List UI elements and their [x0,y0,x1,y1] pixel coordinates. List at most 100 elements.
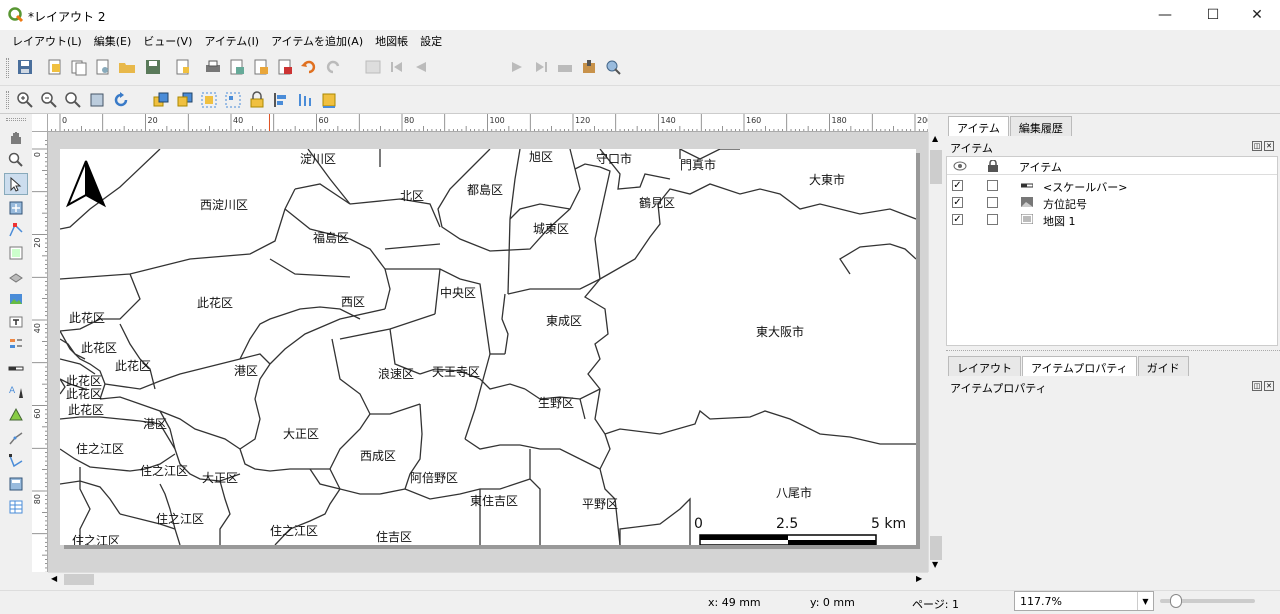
add-node-item-icon[interactable] [8,453,24,469]
refresh-icon[interactable] [112,91,130,109]
lock-checkbox[interactable] [987,214,998,225]
edit-nodes-icon[interactable] [8,222,24,238]
menu-atlas[interactable]: 地図帳 [369,30,414,50]
north-arrow[interactable] [65,160,107,208]
duplicate-layout-icon[interactable] [70,58,88,76]
add-html-icon[interactable] [8,476,24,492]
menu-settings[interactable]: 設定 [414,30,448,50]
new-page-icon[interactable] [174,58,192,76]
save-template-icon[interactable] [144,58,162,76]
float-panel-icon[interactable]: ◫ [1252,141,1262,151]
ruler-vertical[interactable]: 0 20 40 60 80 [32,132,48,572]
float-panel-icon[interactable]: ◫ [1252,381,1262,391]
items-column-header[interactable]: アイテム [1019,159,1062,175]
group-items-icon[interactable] [200,91,218,109]
menu-view[interactable]: ビュー(V) [137,30,198,50]
add-legend-icon[interactable] [8,336,24,352]
tab-items[interactable]: アイテム [948,116,1009,136]
previous-feature-icon[interactable] [412,58,430,76]
first-feature-icon[interactable] [388,58,406,76]
chevron-down-icon[interactable]: ▼ [1137,592,1153,610]
distribute-icon[interactable] [296,91,314,109]
lower-item-icon[interactable] [176,91,194,109]
tab-layout[interactable]: レイアウト [948,356,1021,376]
tab-item-properties[interactable]: アイテムプロパティ [1022,356,1137,376]
scroll-thumb[interactable] [64,574,94,585]
scroll-thumb[interactable] [930,150,942,184]
toolbar-grip[interactable] [6,118,26,121]
tab-undo-history[interactable]: 編集履歴 [1009,116,1072,136]
ruler-horizontal[interactable]: 0 20 40 60 80 100 120 140 160 180 200 [48,114,928,132]
zoom-combo[interactable]: 117.7% ▼ [1014,591,1154,611]
resize-icon[interactable] [320,91,338,109]
close-button[interactable]: ✕ [1234,0,1280,30]
scroll-left-icon[interactable]: ◀ [51,574,57,583]
raise-item-icon[interactable] [152,91,170,109]
undo-icon[interactable] [300,58,318,76]
ungroup-items-icon[interactable] [224,91,242,109]
menu-items[interactable]: アイテム(I) [198,30,265,50]
new-layout-icon[interactable] [46,58,64,76]
vertical-scrollbar[interactable]: ▲ ▼ [928,132,942,572]
pan-icon[interactable] [8,130,24,146]
layout-canvas[interactable]: 淀川区 旭区 守口市 門真市 西淀川区 北区 都島区 鶴見区 大東市 福島区 城… [48,132,928,572]
add-scalebar-icon[interactable] [8,360,24,376]
atlas-preview-icon[interactable] [364,58,382,76]
scroll-up-icon[interactable]: ▲ [932,134,938,143]
menu-layout[interactable]: レイアウト(L) [6,30,88,50]
export-image-icon[interactable] [228,58,246,76]
maximize-button[interactable]: ☐ [1190,0,1236,30]
zoom-100-icon[interactable] [64,91,82,109]
add-3d-map-icon[interactable] [8,268,24,284]
lock-checkbox[interactable] [987,197,998,208]
zoom-in-icon[interactable] [16,91,34,109]
align-left-icon[interactable] [272,91,290,109]
visibility-checkbox[interactable]: ✓ [952,197,963,208]
zoom-tool-icon[interactable] [8,152,24,168]
atlas-export-icon[interactable] [580,58,598,76]
save-icon[interactable] [16,58,34,76]
scroll-right-icon[interactable]: ▶ [916,574,922,583]
zoom-out-icon[interactable] [40,91,58,109]
scroll-thumb-lower[interactable] [930,536,942,560]
add-map-icon[interactable] [8,245,24,261]
lock-items-icon[interactable] [248,91,266,109]
add-label-icon[interactable] [8,314,24,330]
item-row-north-arrow[interactable]: ✓ 方位記号 [947,194,1277,211]
add-picture-icon[interactable] [8,291,24,307]
move-content-icon[interactable] [8,200,24,216]
horizontal-scrollbar[interactable]: ◀ ▶ [48,572,928,586]
print-atlas-icon[interactable] [556,58,574,76]
toolbar-grip[interactable] [6,58,9,78]
add-attribute-table-icon[interactable] [8,499,24,515]
minimize-button[interactable]: — [1142,0,1188,30]
print-icon[interactable] [204,58,222,76]
item-row-map[interactable]: ✓ 地図 1 [947,211,1277,228]
add-shape-icon[interactable] [8,406,24,422]
export-pdf-icon[interactable] [276,58,294,76]
layout-page[interactable]: 淀川区 旭区 守口市 門真市 西淀川区 北区 都島区 鶴見区 大東市 福島区 城… [60,149,916,545]
open-folder-icon[interactable] [118,58,136,76]
zoom-full-icon[interactable] [88,91,106,109]
tab-guides[interactable]: ガイド [1137,356,1189,376]
zoom-slider[interactable] [1160,594,1255,608]
atlas-settings-icon[interactable] [604,58,622,76]
add-polyline-icon[interactable] [8,430,24,446]
zoom-slider-handle[interactable] [1170,594,1182,608]
close-panel-icon[interactable]: ✕ [1264,141,1274,151]
dock-splitter[interactable] [946,350,1280,353]
last-feature-icon[interactable] [532,58,550,76]
close-panel-icon[interactable]: ✕ [1264,381,1274,391]
lock-checkbox[interactable] [987,180,998,191]
next-feature-icon[interactable] [508,58,526,76]
menu-add-item[interactable]: アイテムを追加(A) [265,30,369,50]
export-svg-icon[interactable] [252,58,270,76]
layout-manager-icon[interactable] [94,58,112,76]
toolbar-grip[interactable] [6,91,9,109]
scroll-down-icon[interactable]: ▼ [932,560,938,569]
visibility-checkbox[interactable]: ✓ [952,214,963,225]
visibility-checkbox[interactable]: ✓ [952,180,963,191]
add-north-arrow-icon[interactable]: A [8,383,24,399]
item-row-scalebar[interactable]: ✓ <スケールバー> [947,177,1277,194]
menu-edit[interactable]: 編集(E) [88,30,138,50]
